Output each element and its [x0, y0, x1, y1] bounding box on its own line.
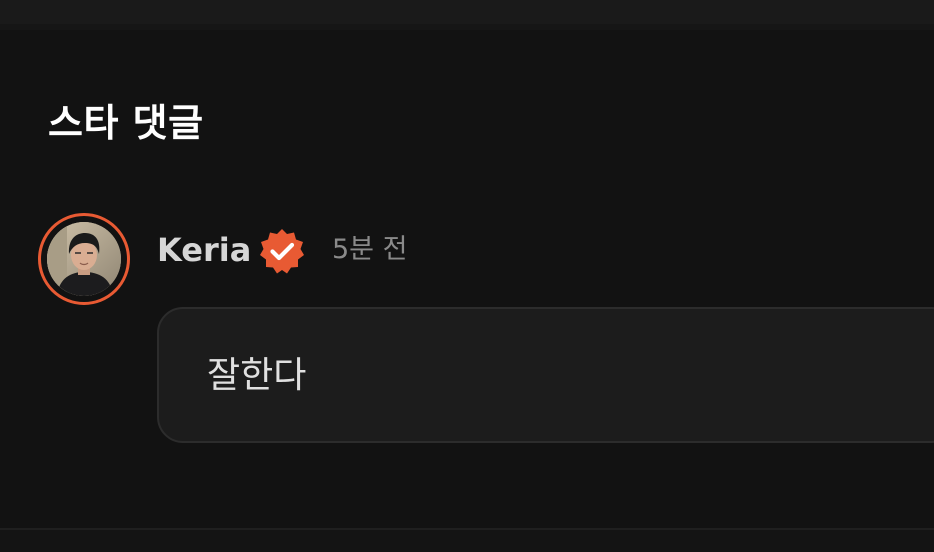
section-title: 스타 댓글 — [48, 101, 204, 145]
bottom-band — [0, 530, 934, 552]
top-band — [0, 0, 934, 24]
verified-check-icon — [258, 227, 306, 275]
comment-text: 잘한다 — [207, 355, 307, 396]
avatar[interactable] — [47, 222, 121, 296]
avatar-ring[interactable] — [38, 213, 130, 305]
timestamp: 5분 전 — [332, 234, 408, 265]
avatar-image — [47, 222, 121, 296]
username[interactable]: Keria — [157, 228, 251, 272]
comment-bubble: 잘한다 — [157, 307, 934, 443]
